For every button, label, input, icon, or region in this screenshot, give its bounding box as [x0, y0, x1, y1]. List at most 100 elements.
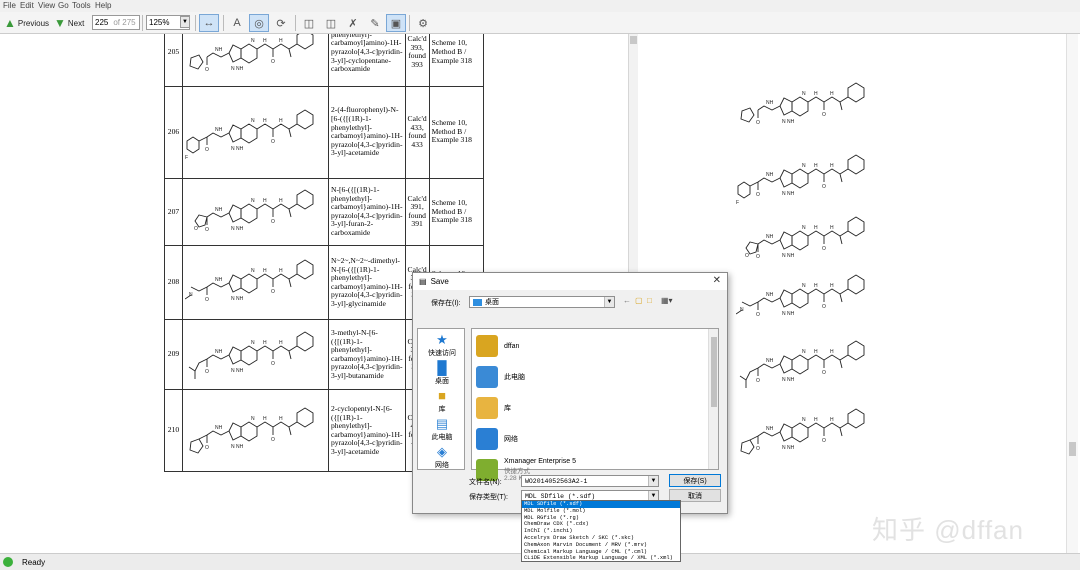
svg-text:NH: NH: [766, 292, 774, 298]
filetype-option[interactable]: Chemical Markup Language / CML (*.cml): [522, 549, 680, 556]
watermark: 知乎 @dffan: [872, 515, 1024, 545]
svg-text:O: O: [745, 253, 749, 259]
menu-go[interactable]: Go: [58, 1, 69, 10]
save-button[interactable]: 保存(S): [669, 474, 721, 487]
file-item[interactable]: 此电脑: [476, 364, 525, 390]
svg-text:H: H: [830, 349, 834, 355]
svg-text:N: N: [231, 66, 235, 72]
page-number-field[interactable]: 225 of 275: [92, 15, 140, 30]
structure-cell[interactable]: N NH N O H H NH O O: [182, 177, 329, 247]
copy-structure-icon[interactable]: ◫: [299, 14, 319, 32]
svg-text:H: H: [830, 283, 834, 289]
edit-structure-icon[interactable]: ✎: [365, 14, 385, 32]
svg-text:NH: NH: [766, 172, 774, 178]
extracted-structure[interactable]: N NH N O H H NH O N: [735, 264, 876, 328]
dialog-body: 保存在(I): 桌面 ▼ ← ▢ □ ▦▾ ★ 快速访问 █ 桌面 ■ 库 ▤ 此电脑 ◈ 网络 …: [413, 290, 727, 513]
filetype-option[interactable]: MDL RGfile (*.rg): [522, 515, 680, 522]
structure-cell[interactable]: N NH N O H H NH O: [182, 34, 329, 87]
filename-field[interactable]: WO2014052563A2-1 ▼: [521, 475, 659, 487]
export-icon[interactable]: ◫: [321, 14, 341, 32]
page-total: of 275: [113, 18, 136, 27]
svg-text:F: F: [185, 155, 188, 161]
close-icon[interactable]: ✕: [713, 275, 721, 286]
desktop-icon: █: [437, 360, 447, 375]
extracted-structure[interactable]: N NH N O H H NH O: [736, 72, 876, 136]
svg-text:NH: NH: [766, 100, 774, 106]
svg-text:O: O: [205, 445, 209, 451]
back-icon[interactable]: ←: [623, 296, 631, 305]
svg-text:N: N: [802, 225, 806, 231]
place-item[interactable]: █ 桌面: [418, 361, 466, 386]
status-text: Ready: [22, 558, 46, 567]
svg-text:O: O: [205, 147, 209, 153]
extracted-structure[interactable]: N NH N O H H NH O: [736, 330, 876, 394]
svg-text:H: H: [814, 283, 818, 289]
place-label: 快速访问: [428, 350, 456, 357]
svg-text:H: H: [263, 118, 267, 124]
svg-text:H: H: [814, 225, 818, 231]
structure-cell[interactable]: N NH N O H H NH O: [182, 389, 329, 473]
rotate-structure-icon[interactable]: ⟳: [271, 14, 291, 32]
view-menu-icon[interactable]: ▦▾: [661, 296, 673, 305]
save-in-select[interactable]: 桌面 ▼: [469, 296, 615, 308]
svg-text:NH: NH: [215, 47, 223, 53]
chevron-down-icon[interactable]: ▼: [180, 16, 190, 28]
status-indicator-icon: [3, 557, 13, 567]
next-label: Next: [67, 18, 85, 28]
next-button[interactable]: ▼ Next: [54, 14, 84, 32]
compound-name: 2-cyclopentyl-N-[6-({[(1R)-1-phenylethyl…: [328, 389, 406, 473]
svg-text:H: H: [830, 163, 834, 169]
menu-view[interactable]: View: [38, 1, 55, 10]
menu-file[interactable]: File: [3, 1, 16, 10]
structure-select-icon[interactable]: ◎: [249, 14, 269, 32]
save-structure-icon[interactable]: ▣: [386, 14, 406, 32]
svg-text:N: N: [782, 311, 786, 317]
text-select-icon[interactable]: A: [227, 14, 247, 32]
settings-icon[interactable]: ⚙: [413, 14, 433, 32]
svg-text:N: N: [231, 296, 235, 302]
filetype-option[interactable]: MDL Molfile (*.mol): [522, 508, 680, 515]
menu-tools[interactable]: Tools: [72, 1, 91, 10]
structure-cell[interactable]: N NH N O H H NH O F: [182, 85, 329, 179]
file-item[interactable]: dffan: [476, 333, 519, 359]
svg-text:H: H: [279, 38, 283, 44]
filetype-option[interactable]: ChemAxon Marvin Document / MRV (*.mrv): [522, 542, 680, 549]
places-bar: ★ 快速访问 █ 桌面 ■ 库 ▤ 此电脑 ◈ 网络: [417, 328, 465, 470]
filetype-option[interactable]: CLiDE Extensible Markup Language / XML (…: [522, 555, 680, 562]
svg-text:NH: NH: [787, 191, 795, 197]
new-folder-icon[interactable]: □: [647, 296, 652, 305]
place-item[interactable]: ▤ 此电脑: [418, 417, 466, 442]
filetype-option[interactable]: MDL SDfile (*.sdf): [522, 501, 680, 508]
file-item[interactable]: 网络: [476, 426, 518, 452]
extracted-structure[interactable]: N NH N O H H NH O F: [736, 144, 876, 208]
svg-text:H: H: [263, 38, 267, 44]
place-item[interactable]: ■ 库: [418, 389, 466, 414]
svg-text:H: H: [263, 416, 267, 422]
previous-button[interactable]: ▲ Previous: [4, 14, 49, 32]
place-item[interactable]: ◈ 网络: [418, 445, 466, 470]
structure-scrollbar[interactable]: [1066, 34, 1078, 553]
structure-cell[interactable]: N NH N O H H NH O: [182, 319, 329, 391]
file-item[interactable]: 库: [476, 395, 511, 421]
filetype-option[interactable]: InChI (*.inchi): [522, 528, 680, 535]
compound-name: N~2~,N~2~-dimethyl-N-[6-({[(1R)-1-phenyl…: [328, 245, 406, 321]
svg-text:NH: NH: [236, 66, 244, 72]
delete-icon[interactable]: ✗: [343, 14, 363, 32]
filetype-dropdown-list: MDL SDfile (*.sdf) MDL Molfile (*.mol) MDL…: [521, 500, 681, 562]
filetype-option[interactable]: Accelrys Draw Sketch / SKC (*.skc): [522, 535, 680, 542]
menu-help[interactable]: Help: [95, 1, 111, 10]
fit-width-icon[interactable]: ↔: [199, 14, 219, 32]
file-list-scrollbar[interactable]: [708, 329, 718, 469]
menu-edit[interactable]: Edit: [20, 1, 34, 10]
place-item[interactable]: ★ 快速访问: [418, 333, 466, 358]
structure-cell[interactable]: N NH N O H H NH O N: [182, 245, 329, 321]
extracted-structure[interactable]: N NH N O H H NH O O: [736, 206, 876, 270]
filetype-option[interactable]: ChemDraw CDX (*.cdx): [522, 521, 680, 528]
example-number: 210: [164, 389, 183, 473]
svg-text:NH: NH: [787, 445, 795, 451]
svg-text:O: O: [756, 254, 760, 260]
up-folder-icon[interactable]: ▢: [635, 296, 643, 305]
extracted-structure[interactable]: N NH N O H H NH O: [736, 398, 876, 462]
method-reference: Scheme 10, Method B / Example 318: [428, 34, 484, 87]
svg-text:O: O: [756, 312, 760, 318]
